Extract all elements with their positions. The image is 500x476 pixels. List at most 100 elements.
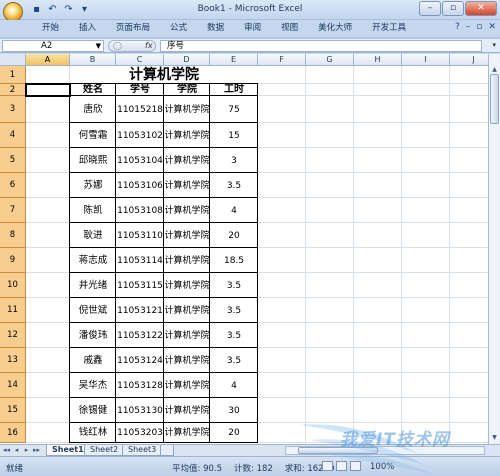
table-cell[interactable]: 计算机学院 xyxy=(164,148,210,173)
table-cell[interactable]: 何雪霜 xyxy=(70,123,116,148)
table-cell[interactable]: 15 xyxy=(210,123,258,148)
help-icon[interactable]: ? xyxy=(455,22,460,32)
page-layout-view-button[interactable] xyxy=(336,461,347,471)
row-header-4[interactable]: 4 xyxy=(0,123,26,148)
prev-sheet-icon[interactable]: ◂ xyxy=(12,446,21,454)
row-header-16[interactable]: 16 xyxy=(0,423,26,443)
vertical-scroll-thumb[interactable] xyxy=(490,74,499,124)
table-cell[interactable]: 11053124 xyxy=(116,348,164,373)
column-header-f[interactable]: F xyxy=(258,54,306,66)
scroll-down-icon[interactable]: ▼ xyxy=(489,434,500,444)
minimize-button[interactable]: – xyxy=(419,1,441,16)
insert-sheet-icon[interactable] xyxy=(160,445,174,456)
formula-input[interactable]: 序号 xyxy=(160,40,482,52)
table-cell[interactable]: 计算机学院 xyxy=(164,423,210,443)
expand-formula-icon[interactable]: ▾ xyxy=(492,41,496,49)
table-cell[interactable]: 钱红林 xyxy=(70,423,116,443)
row-header-8[interactable]: 8 xyxy=(0,223,26,248)
tab-view[interactable]: 视图 xyxy=(271,20,308,37)
sheet-tab-sheet2[interactable]: Sheet2 xyxy=(84,445,125,456)
table-cell[interactable]: 75 xyxy=(210,96,258,123)
row-header-15[interactable]: 15 xyxy=(0,398,26,423)
table-cell[interactable]: 11053106 xyxy=(116,173,164,198)
table-cell[interactable]: 30 xyxy=(210,398,258,423)
table-cell[interactable]: 计算机学院 xyxy=(164,298,210,323)
table-cell[interactable]: 潘俊玮 xyxy=(70,323,116,348)
table-cell[interactable]: 计算机学院 xyxy=(164,273,210,298)
table-cell[interactable]: 计算机学院 xyxy=(164,323,210,348)
table-cell[interactable]: 11053203 xyxy=(116,423,164,443)
page-break-view-button[interactable] xyxy=(350,461,361,471)
table-cell[interactable]: 20 xyxy=(210,223,258,248)
close-button[interactable]: ✕ xyxy=(465,1,497,16)
table-cell[interactable]: 倪世斌 xyxy=(70,298,116,323)
doc-minimize-button[interactable]: – xyxy=(466,22,471,32)
table-cell[interactable]: 11053121 xyxy=(116,298,164,323)
table-cell[interactable]: 吴华杰 xyxy=(70,373,116,398)
table-cell[interactable]: 井光绪 xyxy=(70,273,116,298)
table-cell[interactable]: 11053122 xyxy=(116,323,164,348)
table-cell[interactable]: 3 xyxy=(210,148,258,173)
column-header-b[interactable]: B xyxy=(70,54,116,66)
table-cell[interactable]: 计算机学院 xyxy=(164,173,210,198)
name-box[interactable]: A2 ▼ xyxy=(2,40,104,52)
table-cell[interactable]: 戚鑫 xyxy=(70,348,116,373)
normal-view-button[interactable] xyxy=(322,461,333,471)
table-cell[interactable]: 4 xyxy=(210,198,258,223)
row-header-5[interactable]: 5 xyxy=(0,148,26,173)
table-cell[interactable]: 11053102 xyxy=(116,123,164,148)
table-cell[interactable]: 计算机学院 xyxy=(164,398,210,423)
tab-formulas[interactable]: 公式 xyxy=(160,20,197,37)
table-cell[interactable]: 陈凯 xyxy=(70,198,116,223)
row-header-9[interactable]: 9 xyxy=(0,248,26,273)
column-header-d[interactable]: D xyxy=(164,54,210,66)
row-header-2[interactable]: 2 xyxy=(0,84,26,96)
next-sheet-icon[interactable]: ▸ xyxy=(22,446,31,454)
zoom-level[interactable]: 100% xyxy=(370,462,394,472)
column-header-g[interactable]: G xyxy=(306,54,354,66)
table-cell[interactable]: 3.5 xyxy=(210,298,258,323)
doc-restore-button[interactable]: ▫ xyxy=(476,22,482,32)
doc-close-button[interactable]: ✕ xyxy=(488,22,496,32)
table-cell[interactable]: 计算机学院 xyxy=(164,373,210,398)
restore-button[interactable]: ▫ xyxy=(442,1,464,16)
table-cell[interactable]: 20 xyxy=(210,423,258,443)
table-cell[interactable]: 计算机学院 xyxy=(164,198,210,223)
row-header-14[interactable]: 14 xyxy=(0,373,26,398)
tab-beautify[interactable]: 美化大师 xyxy=(308,20,362,37)
table-cell[interactable]: 徐锡健 xyxy=(70,398,116,423)
table-cell[interactable]: 计算机学院 xyxy=(164,96,210,123)
first-sheet-icon[interactable]: ◂◂ xyxy=(2,446,11,454)
table-cell[interactable]: 11053104 xyxy=(116,148,164,173)
table-cell[interactable]: 4 xyxy=(210,373,258,398)
row-header-1[interactable]: 1 xyxy=(0,66,26,84)
row-header-6[interactable]: 6 xyxy=(0,173,26,198)
row-header-12[interactable]: 12 xyxy=(0,323,26,348)
table-cell[interactable]: 计算机学院 xyxy=(164,348,210,373)
row-header-10[interactable]: 10 xyxy=(0,273,26,298)
table-cell[interactable]: 11053110 xyxy=(116,223,164,248)
table-cell[interactable]: 苏娜 xyxy=(70,173,116,198)
table-cell[interactable]: 3.5 xyxy=(210,323,258,348)
column-header-h[interactable]: H xyxy=(354,54,402,66)
tab-insert[interactable]: 插入 xyxy=(69,20,106,37)
row-header-11[interactable]: 11 xyxy=(0,298,26,323)
column-header-i[interactable]: I xyxy=(402,54,450,66)
column-header-e[interactable]: E xyxy=(210,54,258,66)
column-header-a[interactable]: A xyxy=(26,54,70,66)
table-cell[interactable]: 邱晓熙 xyxy=(70,148,116,173)
row-header-3[interactable]: 3 xyxy=(0,96,26,123)
table-cell[interactable]: 计算机学院 xyxy=(164,123,210,148)
table-cell[interactable]: 3.5 xyxy=(210,173,258,198)
sheet-tab-sheet3[interactable]: Sheet3 xyxy=(122,445,163,456)
table-cell[interactable]: 耿进 xyxy=(70,223,116,248)
chevron-down-icon[interactable]: ▼ xyxy=(96,41,101,51)
table-cell[interactable]: 11053108 xyxy=(116,198,164,223)
table-cell[interactable]: 11053130 xyxy=(116,398,164,423)
insert-function-button[interactable]: ◯ fx xyxy=(108,40,156,52)
column-header-c[interactable]: C xyxy=(116,54,164,66)
tab-home[interactable]: 开始 xyxy=(32,20,69,37)
table-cell[interactable]: 11053114 xyxy=(116,248,164,273)
table-title[interactable]: 计算机学院 xyxy=(70,66,258,84)
worksheet-grid[interactable]: ABCDEFGHIJK12345678910111213141516计算机学院姓… xyxy=(0,54,500,444)
